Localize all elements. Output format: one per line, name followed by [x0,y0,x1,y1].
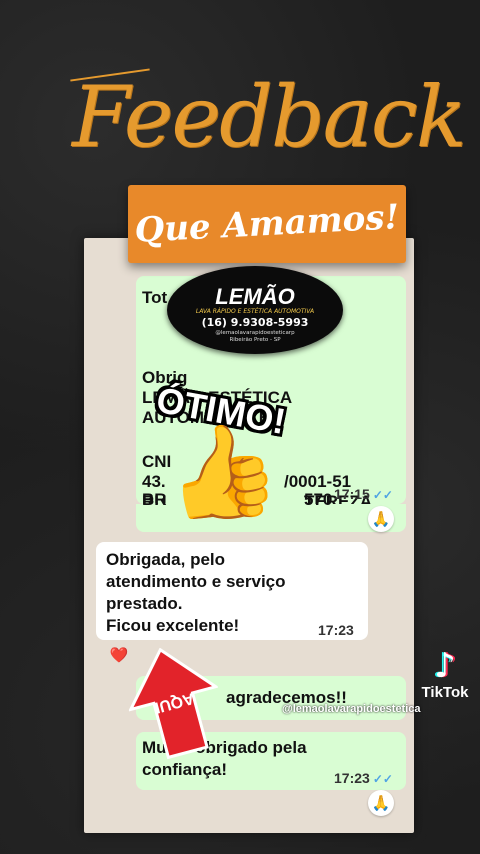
read-check-icon: ✓✓ [372,772,393,786]
logo-city: Ribeirão Preto - SP [229,337,281,343]
message-time: 17:23 [318,622,354,638]
tiktok-label: TikTok [421,684,469,701]
message-line: BR [142,490,167,509]
logo-instagram: @lemaolavarapidoesteticarp [215,330,295,336]
message-line: 570 [304,490,333,509]
logo-tagline: LAVA RÁPIDO E ESTÉTICA AUTOMOTIVA [195,308,315,315]
logo-brand: LEMÃO [215,284,295,309]
message-line: atendimento e serviço [106,572,286,591]
message-customer: Obrigada, pelo atendimento e serviço pre… [96,542,368,640]
pray-reaction-icon[interactable]: 🙏 [368,506,394,532]
message-time: 17:15 ✓✓ [334,486,393,502]
tiktok-watermark: ♪ TikTok [416,648,474,708]
banner-label: Que Amamos! [133,197,401,251]
message-line: Tot [142,288,168,307]
read-check-icon: ✓✓ [372,488,393,502]
time-label: 17:15 [334,486,370,502]
thumbs-up-icon: 👍 [158,411,287,534]
message-line: Ficou excelente! [106,616,240,635]
message-line: 43. [142,472,166,491]
banner-que-amamos: Que Amamos! [128,185,406,263]
lemao-logo: LEMÃO LAVA RÁPIDO E ESTÉTICA AUTOMOTIVA … [167,266,343,354]
pray-reaction-icon[interactable]: 🙏 [368,790,394,816]
time-label: 17:23 [334,770,370,786]
message-line: prestado. [106,594,183,613]
tiktok-icon: ♪ [434,646,456,686]
message-line: Obrigada, pelo [106,550,226,569]
logo-phone: (16) 9.9308-5993 [201,316,309,329]
message-time: 17:23 ✓✓ [334,768,393,789]
tiktok-handle: @lemaolavarapidoestetica [282,703,421,715]
